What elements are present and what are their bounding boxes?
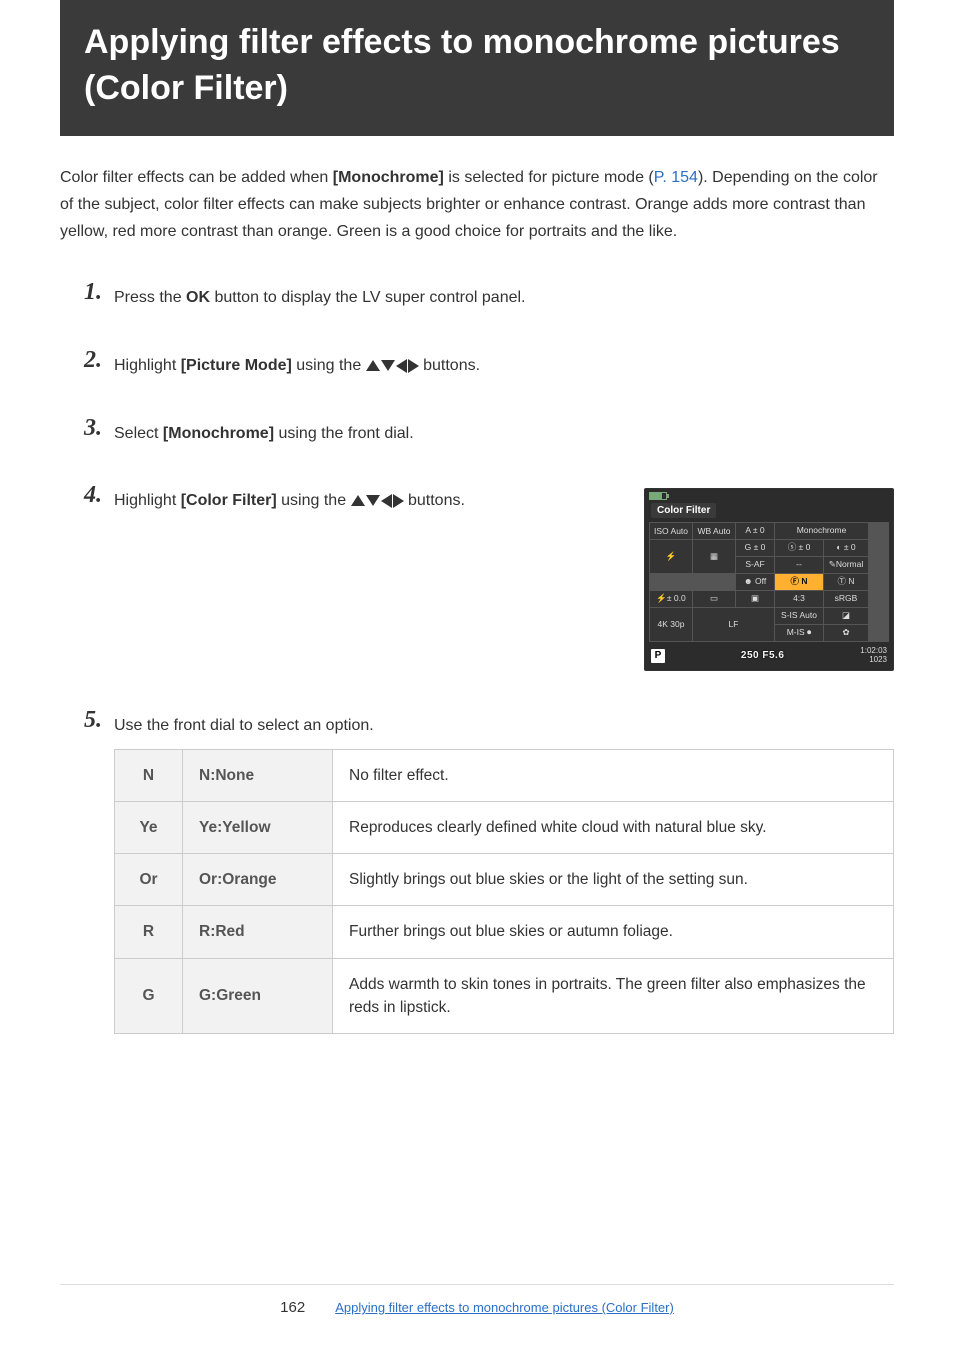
page-reference-link[interactable]: P. 154 xyxy=(654,169,698,186)
panel-c0: ◐ ± 0 xyxy=(824,540,868,556)
panel-rect: ▭ xyxy=(693,591,735,607)
panel-colorfilter-selected: Ⓕ N xyxy=(775,574,823,590)
step-1-post: button to display the LV super control p… xyxy=(210,289,525,306)
table-row: G G:Green Adds warmth to skin tones in p… xyxy=(115,958,894,1034)
step-2-pre: Highlight xyxy=(114,357,181,374)
dpad-arrows-icon xyxy=(366,359,419,373)
panel-iso: ISO Auto xyxy=(650,523,692,539)
step-2: Highlight [Picture Mode] using the butto… xyxy=(84,353,894,379)
step-4: Highlight [Color Filter] using the butto… xyxy=(84,488,894,671)
page-title: Applying filter effects to monochrome pi… xyxy=(84,20,870,112)
step-5-text: Use the front dial to select an option. xyxy=(114,713,894,739)
panel-normal: ✎Normal xyxy=(824,557,868,573)
panel-lf: LF xyxy=(693,608,774,641)
option-code: N xyxy=(115,749,183,801)
panel-a0: A ± 0 xyxy=(736,523,774,539)
intro-part1b: is selected for picture mode ( xyxy=(444,169,654,186)
step-4-post2: buttons. xyxy=(404,492,465,509)
panel-tn: Ⓣ N xyxy=(824,574,868,590)
page-number: 162 xyxy=(280,1299,305,1316)
step-1-pre: Press the xyxy=(114,289,186,306)
option-desc: Adds warmth to skin tones in portraits. … xyxy=(333,958,894,1034)
panel-shutter: 250 F5.6 xyxy=(741,650,784,661)
option-code: R xyxy=(115,906,183,958)
panel-sis: S-IS Auto xyxy=(775,608,823,624)
panel-wbgrid: ▦ xyxy=(693,540,735,573)
step-1: Press the OK button to display the LV su… xyxy=(84,285,894,311)
panel-meter: ▣ xyxy=(736,591,774,607)
panel-off: ☻ Off xyxy=(736,574,774,590)
table-row: Or Or:Orange Slightly brings out blue sk… xyxy=(115,854,894,906)
camera-screen-illustration: Color Filter ISO Auto WB Auto A ± 0 Mono… xyxy=(644,488,894,671)
title-block: Applying filter effects to monochrome pi… xyxy=(60,0,894,136)
panel-wb: WB Auto xyxy=(693,523,735,539)
options-table: N N:None No filter effect. Ye Ye:Yellow … xyxy=(114,749,894,1035)
intro-bold1: [Monochrome] xyxy=(333,169,444,186)
step-2-post2: buttons. xyxy=(419,357,480,374)
page: Applying filter effects to monochrome pi… xyxy=(0,0,954,1367)
panel-grid: ISO Auto WB Auto A ± 0 Monochrome ⚡ ▦ G … xyxy=(649,522,889,642)
panel-bottom: P 250 F5.6 1:02:03 1023 xyxy=(645,644,893,670)
step-3: Select [Monochrome] using the front dial… xyxy=(84,421,894,447)
table-row: N N:None No filter effect. xyxy=(115,749,894,801)
option-desc: Reproduces clearly defined white cloud w… xyxy=(333,801,894,853)
step-5: Use the front dial to select an option. … xyxy=(84,713,894,1034)
panel-saf: S-AF xyxy=(736,557,774,573)
option-desc: No filter effect. xyxy=(333,749,894,801)
option-name: Ye:Yellow xyxy=(183,801,333,853)
panel-flash: ⚡ xyxy=(650,540,692,573)
option-name: R:Red xyxy=(183,906,333,958)
step-3-bold: [Monochrome] xyxy=(163,425,274,442)
panel-4k: 4K 30p xyxy=(650,608,692,641)
step-1-bold: OK xyxy=(186,289,210,306)
intro-part1a: Color filter effects can be added when xyxy=(60,169,333,186)
step-2-bold: [Picture Mode] xyxy=(181,357,292,374)
option-desc: Slightly brings out blue skies or the li… xyxy=(333,854,894,906)
panel-srgb: sRGB xyxy=(824,591,868,607)
panel-ev: ⚡± 0.0 xyxy=(650,591,692,607)
step-3-post: using the front dial. xyxy=(274,425,414,442)
option-desc: Further brings out blue skies or autumn … xyxy=(333,906,894,958)
step-3-pre: Select xyxy=(114,425,163,442)
dpad-arrows-icon xyxy=(351,494,404,508)
mode-icon: P xyxy=(651,649,665,663)
panel-title: Color Filter xyxy=(651,503,716,518)
page-footer: 162 Applying filter effects to monochrom… xyxy=(60,1284,894,1327)
intro-paragraph: Color filter effects can be added when [… xyxy=(60,164,894,246)
panel-dash: -- xyxy=(775,557,823,573)
option-name: G:Green xyxy=(183,958,333,1034)
panel-g0: G ± 0 xyxy=(736,540,774,556)
option-name: N:None xyxy=(183,749,333,801)
panel-gear: ✿ xyxy=(824,625,868,641)
option-name: Or:Orange xyxy=(183,854,333,906)
panel-shots: 1023 xyxy=(860,656,887,664)
step-4-pre: Highlight xyxy=(114,492,181,509)
steps-list: Press the OK button to display the LV su… xyxy=(60,285,894,1034)
step-4-bold: [Color Filter] xyxy=(181,492,277,509)
step-4-post: using the xyxy=(277,492,351,509)
footer-section-link[interactable]: Applying filter effects to monochrome pi… xyxy=(335,1299,674,1317)
option-code: G xyxy=(115,958,183,1034)
table-row: Ye Ye:Yellow Reproduces clearly defined … xyxy=(115,801,894,853)
panel-sq: ◪ xyxy=(824,608,868,624)
option-code: Ye xyxy=(115,801,183,853)
table-row: R R:Red Further brings out blue skies or… xyxy=(115,906,894,958)
battery-icon xyxy=(649,492,667,500)
option-code: Or xyxy=(115,854,183,906)
panel-s0: ⓢ ± 0 xyxy=(775,540,823,556)
panel-mono: Monochrome xyxy=(775,523,868,539)
panel-ratio: 4:3 xyxy=(775,591,823,607)
step-2-post: using the xyxy=(292,357,366,374)
panel-counters: 1:02:03 1023 xyxy=(860,647,887,664)
panel-mis: M-IS ⏺ xyxy=(775,625,823,641)
